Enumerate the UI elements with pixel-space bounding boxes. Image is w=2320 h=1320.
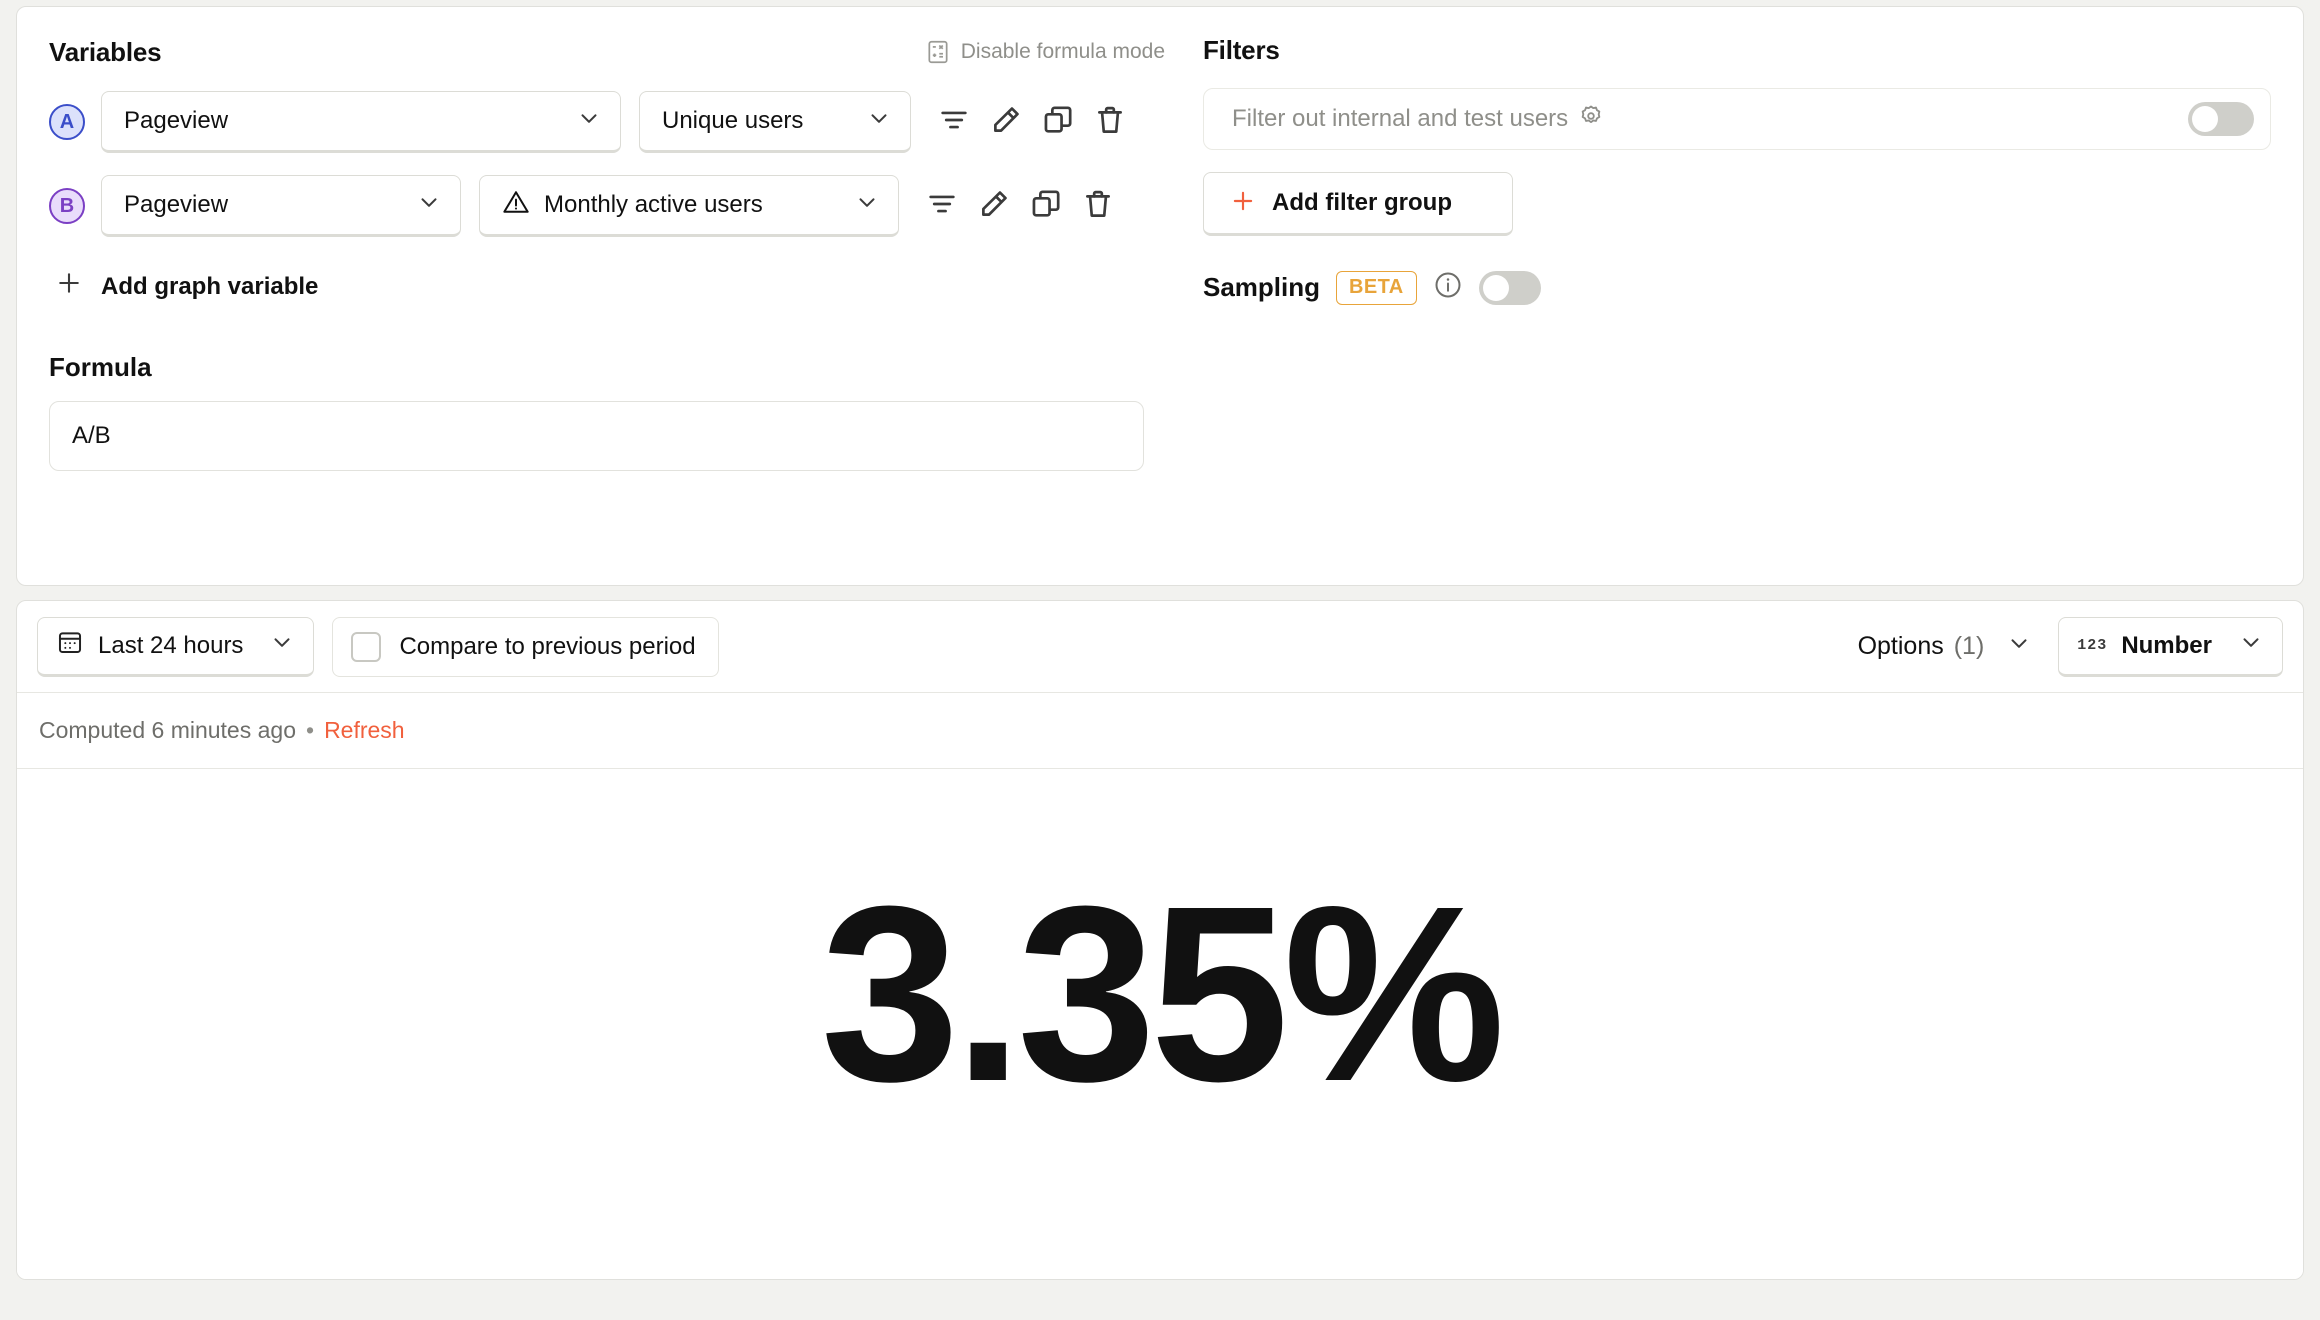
internal-users-filter-label-wrap: Filter out internal and test users — [1232, 103, 2188, 136]
compare-previous-period-toggle[interactable]: Compare to previous period — [332, 616, 719, 677]
compare-checkbox[interactable] — [351, 631, 382, 662]
event-select-b-label: Pageview — [124, 191, 229, 218]
plus-icon — [1230, 188, 1256, 219]
add-filter-group-button[interactable]: Add filter group — [1203, 172, 1513, 236]
internal-users-filter-label: Filter out internal and test users — [1232, 105, 1569, 132]
chevron-down-icon — [2226, 629, 2264, 662]
math-select-a-label: Unique users — [662, 107, 804, 134]
formula-input[interactable]: A/B — [49, 401, 1144, 471]
separator: • — [306, 717, 315, 743]
variable-row-a-actions — [937, 103, 1127, 142]
insight-result-card: Last 24 hours Compare to previous period… — [16, 600, 2304, 1280]
info-icon[interactable] — [1433, 270, 1463, 305]
event-select-b[interactable]: Pageview — [101, 175, 461, 237]
query-configuration-card: Variables Disable formula mode A Pagevie… — [16, 6, 2304, 586]
variable-badge-b: B — [49, 188, 85, 224]
calendar-icon — [56, 628, 84, 663]
chevron-down-icon — [842, 189, 880, 222]
computed-status-bar: Computed 6 minutes ago • Refresh — [17, 693, 2303, 769]
duplicate-icon[interactable] — [1041, 103, 1075, 142]
internal-users-filter-row: Filter out internal and test users — [1203, 88, 2271, 150]
result-value-area: 3.35% — [17, 769, 2303, 1279]
filter-icon[interactable] — [937, 103, 971, 142]
variable-row-b: B Pageview Monthly active users — [49, 175, 1169, 237]
edit-icon[interactable] — [989, 103, 1023, 142]
gear-icon[interactable] — [1578, 103, 1604, 136]
internal-users-filter-toggle[interactable] — [2188, 102, 2254, 136]
calculator-icon — [925, 39, 951, 65]
date-range-picker[interactable]: Last 24 hours — [37, 616, 315, 677]
edit-icon[interactable] — [977, 187, 1011, 226]
result-toolbar: Last 24 hours Compare to previous period… — [17, 601, 2303, 693]
options-label: Options — [1857, 632, 1944, 660]
disable-formula-mode-button[interactable]: Disable formula mode — [925, 39, 1169, 65]
variables-title: Variables — [49, 36, 162, 67]
chevron-down-icon — [854, 105, 892, 138]
chevron-down-icon — [404, 189, 442, 222]
chevron-down-icon — [564, 105, 602, 138]
add-filter-group-label: Add filter group — [1272, 189, 1452, 216]
formula-title: Formula — [49, 352, 152, 382]
math-select-b[interactable]: Monthly active users — [479, 175, 899, 237]
refresh-link[interactable]: Refresh — [324, 717, 405, 744]
math-select-a[interactable]: Unique users — [639, 91, 911, 153]
123-icon: 123 — [2077, 637, 2108, 654]
variable-row-a: A Pageview Unique users — [49, 91, 1169, 153]
result-value: 3.35% — [820, 854, 1506, 1133]
disable-formula-mode-label: Disable formula mode — [960, 40, 1165, 63]
variables-column: Variables Disable formula mode A Pagevie… — [49, 35, 1189, 585]
options-button[interactable]: Options (1) — [1858, 630, 2033, 663]
math-select-b-label: Monthly active users — [544, 191, 763, 218]
chevron-down-icon — [1994, 630, 2032, 663]
beta-badge: BETA — [1336, 270, 1417, 305]
add-graph-variable-label: Add graph variable — [101, 272, 319, 300]
options-count: (1) — [1953, 632, 1985, 660]
sampling-toggle[interactable] — [1478, 270, 1541, 305]
formula-input-value: A/B — [72, 422, 111, 449]
sampling-label: Sampling — [1203, 272, 1321, 302]
duplicate-icon[interactable] — [1029, 187, 1063, 226]
event-select-a-label: Pageview — [124, 107, 229, 134]
variable-badge-a: A — [49, 104, 85, 140]
add-graph-variable-button[interactable]: Add graph variable — [55, 269, 1169, 304]
variable-row-b-actions — [925, 187, 1115, 226]
display-type-select[interactable]: 123 Number — [2058, 616, 2283, 677]
chevron-down-icon — [257, 629, 295, 662]
date-range-label: Last 24 hours — [98, 631, 244, 659]
compare-label: Compare to previous period — [399, 632, 696, 660]
filters-column: Filters Filter out internal and test use… — [1189, 35, 2271, 585]
filter-icon[interactable] — [925, 187, 959, 226]
insight-editor-page: Variables Disable formula mode A Pagevie… — [0, 6, 2320, 1320]
plus-icon — [55, 269, 83, 304]
delete-icon[interactable] — [1093, 103, 1127, 142]
event-select-a[interactable]: Pageview — [101, 91, 621, 153]
computed-text: Computed 6 minutes ago — [39, 717, 296, 743]
delete-icon[interactable] — [1081, 187, 1115, 226]
display-type-label: Number — [2121, 631, 2212, 659]
variables-header: Variables Disable formula mode — [49, 35, 1169, 69]
toggle-knob — [2192, 106, 2218, 132]
filters-title: Filters — [1203, 35, 1280, 65]
warning-icon — [502, 188, 544, 223]
sampling-row: Sampling BETA — [1203, 270, 2271, 305]
toggle-knob — [1482, 274, 1509, 301]
